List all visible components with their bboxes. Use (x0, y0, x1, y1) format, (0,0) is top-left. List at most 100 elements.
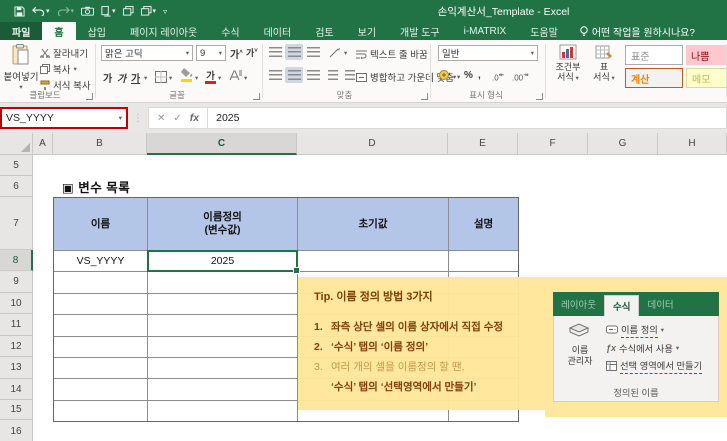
copy-button[interactable]: 복사▾ (40, 62, 77, 76)
col-header-e[interactable]: E (448, 133, 518, 155)
clipboard-dialog-launcher[interactable] (86, 93, 93, 100)
tell-me-box[interactable]: 어떤 작업을 원하시나요? (570, 22, 705, 40)
align-middle-button[interactable] (285, 44, 303, 60)
formula-input[interactable]: 2025 (208, 107, 727, 129)
font-size-combo[interactable]: 9▾ (196, 45, 226, 61)
cell-b11[interactable] (54, 315, 147, 335)
borders-caret[interactable]: ▾ (169, 74, 172, 82)
wrap-text-button[interactable]: 텍스트 줄 바꿈 (356, 47, 428, 61)
tab-page-layout[interactable]: 페이지 레이아웃 (118, 22, 209, 40)
align-center-button[interactable] (285, 67, 303, 83)
col-header-b[interactable]: B (53, 133, 147, 155)
insert-function-icon[interactable]: fx (190, 112, 199, 124)
underline-caret[interactable]: ▾ (144, 74, 147, 82)
paste-button[interactable]: 붙여넣기 ▾ (6, 44, 36, 91)
tab-file[interactable]: 파일 (0, 22, 42, 40)
col-header-a[interactable]: A (33, 133, 53, 155)
cell-c15[interactable] (148, 401, 297, 421)
cell-c14[interactable] (148, 379, 297, 399)
tab-view[interactable]: 보기 (346, 22, 388, 40)
cell-e8[interactable] (449, 251, 518, 271)
italic-button[interactable]: 가 (117, 70, 126, 85)
align-left-button[interactable] (266, 67, 284, 83)
cell-style-note[interactable]: 메모 (686, 68, 727, 88)
row-header-9[interactable]: 9 (0, 271, 33, 293)
fill-color-button[interactable] (181, 68, 193, 82)
row-header-7[interactable]: 7 (0, 197, 33, 250)
font-color-caret[interactable]: ▾ (218, 74, 221, 82)
name-box[interactable]: VS_YYYY ▾ (0, 107, 128, 129)
bold-button[interactable]: 가 (103, 70, 112, 85)
cell-c13[interactable] (148, 358, 297, 378)
cell-c9[interactable] (148, 272, 297, 292)
format-as-table-button[interactable]: 표서식 ▾ (589, 44, 619, 84)
font-name-combo[interactable]: 맑은 고딕▾ (101, 45, 193, 61)
name-box-caret[interactable]: ▾ (119, 114, 122, 122)
align-right-button[interactable] (304, 67, 322, 83)
cell-b14[interactable] (54, 379, 147, 399)
alignment-dialog-launcher[interactable] (421, 93, 428, 100)
fill-color-caret[interactable]: ▾ (195, 74, 198, 82)
font-color-button[interactable]: 가 (205, 68, 216, 84)
cell-b10[interactable] (54, 294, 147, 314)
tab-imatrix[interactable]: i-MATRIX (452, 22, 519, 40)
tab-help[interactable]: 도움말 (518, 22, 570, 40)
tab-formulas[interactable]: 수식 (209, 22, 251, 40)
cell-c8-selected[interactable]: 2025 (148, 251, 297, 271)
row-header-13[interactable]: 13 (0, 357, 33, 379)
grow-font-button[interactable]: 가˄ (230, 46, 243, 61)
number-dialog-launcher[interactable] (536, 93, 543, 100)
cell-d8[interactable] (298, 251, 448, 271)
select-all-corner[interactable] (0, 133, 33, 155)
cell-c11[interactable] (148, 315, 297, 335)
increase-decimal-button[interactable]: .0↞ (492, 71, 504, 83)
tab-home[interactable]: 홈 (42, 22, 75, 40)
row-header-10[interactable]: 10 (0, 293, 33, 314)
row-header-15[interactable]: 15 (0, 400, 33, 420)
col-header-h[interactable]: H (658, 133, 727, 155)
row-header-14[interactable]: 14 (0, 379, 33, 400)
cell-b15[interactable] (54, 401, 147, 421)
tab-review[interactable]: 검토 (303, 22, 345, 40)
row-header-11[interactable]: 11 (0, 314, 33, 336)
tab-data[interactable]: 데이터 (252, 22, 304, 40)
orientation-button[interactable] (326, 44, 344, 60)
tab-developer[interactable]: 개발 도구 (388, 22, 452, 40)
phonetic-guide-button[interactable] (229, 69, 242, 84)
col-header-f[interactable]: F (518, 133, 588, 155)
cell-b9[interactable] (54, 272, 147, 292)
accounting-format-button[interactable] (438, 68, 451, 84)
cell-style-normal[interactable]: 표준 (625, 45, 683, 65)
orientation-caret[interactable]: ▾ (344, 49, 347, 57)
enter-icon[interactable]: ✓ (173, 113, 181, 124)
cancel-icon[interactable]: ✕ (157, 113, 165, 124)
cell-b13[interactable] (54, 358, 147, 378)
table-header-description[interactable]: 설명 (449, 198, 518, 250)
cut-button[interactable]: 잘라내기 (40, 46, 88, 60)
number-format-combo[interactable]: 일반▾ (438, 45, 538, 61)
cell-b8[interactable]: VS_YYYY (54, 251, 147, 271)
phonetic-caret[interactable]: ▾ (244, 74, 247, 82)
accounting-caret[interactable]: ▾ (453, 73, 456, 81)
col-header-c[interactable]: C (147, 133, 297, 155)
row-header-16[interactable]: 16 (0, 420, 33, 441)
cell-c12[interactable] (148, 337, 297, 357)
cell-b12[interactable] (54, 337, 147, 357)
table-header-definition[interactable]: 이름정의 (변수값) (148, 198, 297, 250)
align-top-button[interactable] (266, 44, 284, 60)
row-header-5[interactable]: 5 (0, 155, 33, 176)
table-header-initial[interactable]: 초기값 (298, 198, 448, 250)
percent-style-button[interactable]: % (464, 70, 473, 81)
col-header-g[interactable]: G (588, 133, 658, 155)
decrease-indent-button[interactable] (324, 67, 342, 83)
table-header-name[interactable]: 이름 (54, 198, 147, 250)
underline-button[interactable]: 가 (131, 70, 140, 85)
comma-style-button[interactable]: , (478, 70, 481, 81)
cell-style-bad[interactable]: 나쁨 (686, 45, 727, 65)
row-header-12[interactable]: 12 (0, 336, 33, 357)
shrink-font-button[interactable]: 가˅ (246, 46, 258, 59)
cell-style-calculation[interactable]: 계산 (625, 68, 683, 88)
borders-button[interactable] (155, 71, 167, 86)
row-header-6[interactable]: 6 (0, 176, 33, 197)
conditional-formatting-button[interactable]: 조건부서식 ▾ (552, 44, 584, 84)
